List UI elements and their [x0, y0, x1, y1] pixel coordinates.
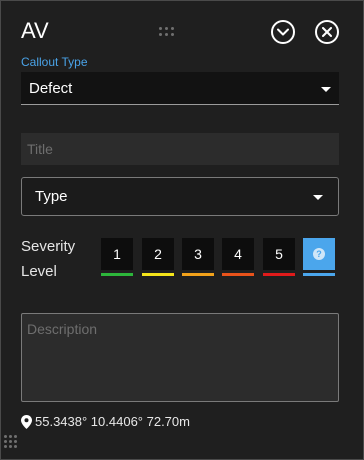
severity-2-button[interactable]: 2 — [142, 238, 174, 270]
title-input[interactable] — [21, 133, 339, 165]
severity-5-color-bar — [263, 273, 295, 276]
severity-help-button[interactable]: ? — [303, 238, 335, 270]
close-icon — [322, 27, 332, 37]
resize-handle-icon[interactable] — [4, 435, 18, 449]
callout-type-label: Callout Type — [21, 55, 88, 69]
type-select-value: Type — [35, 188, 68, 205]
severity-label-line2: Level — [21, 263, 57, 280]
severity-1-color-bar — [101, 273, 133, 276]
callout-panel: AV Callout Type Defect Type Severity Lev… — [0, 0, 364, 460]
collapse-button[interactable] — [271, 20, 295, 44]
severity-3-color-bar — [182, 273, 214, 276]
severity-label-line1: Severity — [21, 238, 76, 255]
severity-2-color-bar — [142, 273, 174, 276]
drag-handle-icon[interactable] — [159, 27, 177, 39]
severity-5-button[interactable]: 5 — [263, 238, 295, 270]
caret-down-icon — [321, 87, 331, 92]
severity-help-bar — [303, 273, 335, 276]
severity-level-label: Severity Level — [21, 234, 75, 284]
severity-4-color-bar — [222, 273, 254, 276]
callout-type-value: Defect — [29, 80, 73, 97]
location-text: 55.3438° 10.4406° 72.70m — [35, 414, 190, 429]
severity-4-button[interactable]: 4 — [222, 238, 254, 270]
panel-title: AV — [21, 18, 49, 43]
severity-1-button[interactable]: 1 — [101, 238, 133, 270]
question-circle-icon: ? — [313, 248, 325, 260]
callout-type-select[interactable]: Defect — [21, 72, 339, 105]
chevron-down-icon — [277, 28, 289, 36]
description-input[interactable] — [21, 313, 339, 402]
severity-3-button[interactable]: 3 — [182, 238, 214, 270]
close-button[interactable] — [315, 20, 339, 44]
map-pin-icon — [21, 414, 32, 429]
location-readout: 55.3438° 10.4406° 72.70m — [21, 414, 190, 429]
caret-down-icon — [313, 195, 323, 200]
type-select[interactable]: Type — [21, 177, 339, 216]
